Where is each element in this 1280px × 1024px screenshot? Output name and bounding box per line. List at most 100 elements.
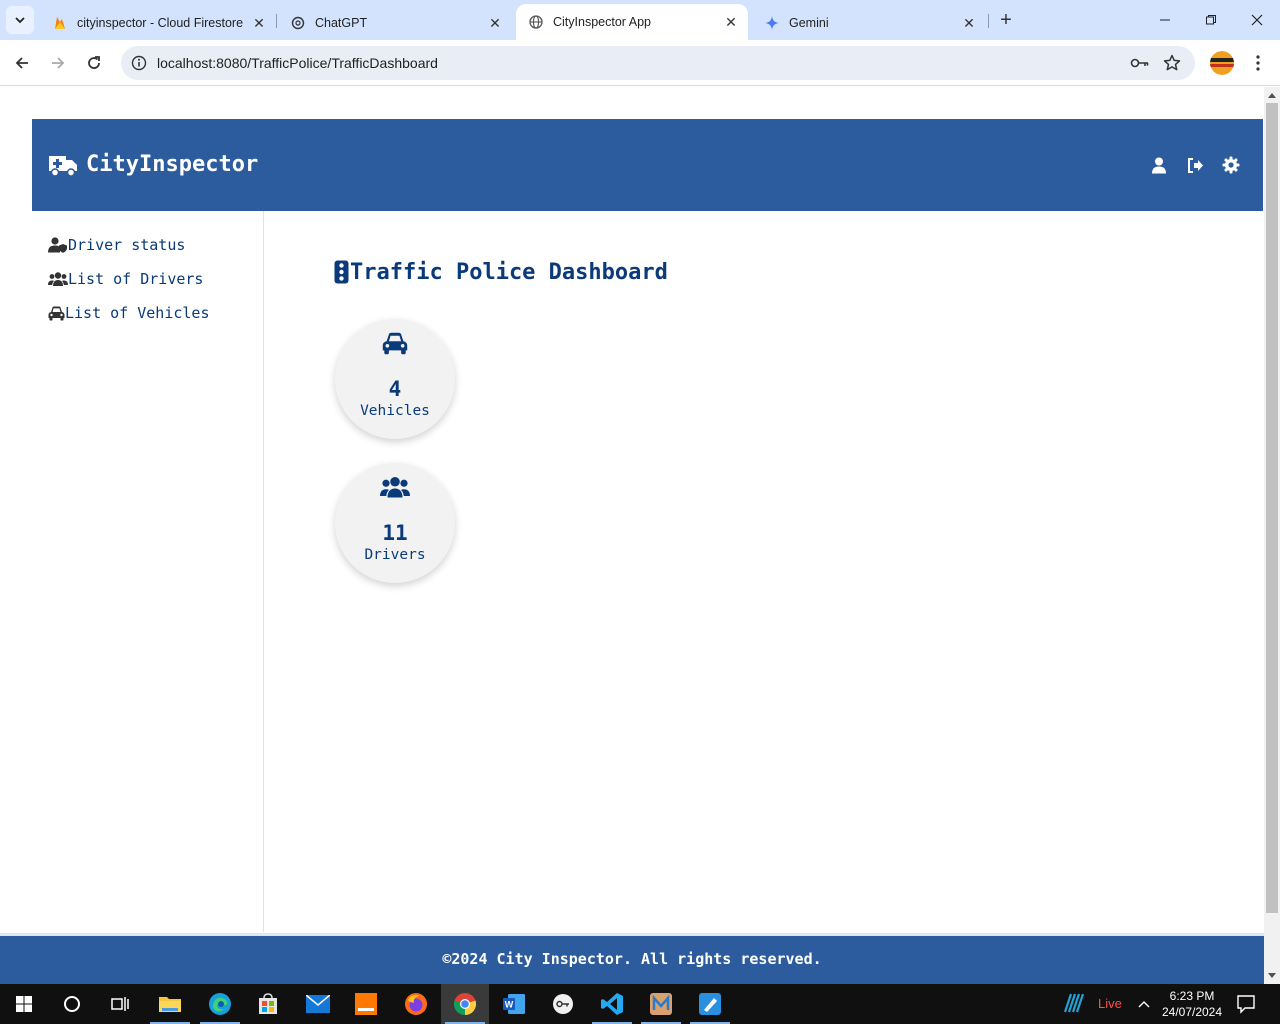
user-icon: [1152, 157, 1166, 173]
firebase-icon: [52, 15, 68, 31]
stat-card-drivers[interactable]: 11 Drivers: [335, 463, 455, 583]
sidebar-item-list-of-vehicles[interactable]: List of Vehicles: [48, 304, 210, 322]
sidebar-item-list-of-drivers[interactable]: List of Drivers: [48, 270, 203, 288]
search-circle-icon: [64, 996, 80, 1012]
show-hidden-icons-button[interactable]: [1136, 996, 1152, 1012]
back-button[interactable]: [8, 49, 36, 77]
app-brand-title: CityInspector: [86, 152, 259, 177]
clock[interactable]: 6:23 PM 24/07/2024: [1158, 988, 1226, 1020]
new-tab-button[interactable]: +: [994, 8, 1018, 32]
restore-icon: [1206, 15, 1216, 25]
folder-icon: [159, 997, 181, 1012]
chrome-button[interactable]: [441, 984, 489, 1024]
ambulance-icon: [49, 155, 77, 177]
chevron-up-icon: [1138, 1001, 1150, 1008]
app-header: CityInspector: [32, 119, 1263, 211]
task-view-icon: [111, 997, 129, 1011]
stat-value: 11: [382, 521, 408, 545]
tab-title: CityInspector App: [553, 15, 651, 29]
chevron-down-icon: [15, 17, 25, 24]
key-icon[interactable]: [1129, 53, 1151, 73]
search-button[interactable]: [48, 984, 96, 1024]
sidebar-item-label: List of Drivers: [68, 270, 204, 288]
edge-icon: [209, 993, 231, 1015]
tab-gemini[interactable]: Gemini ✕: [752, 6, 986, 40]
task-view-button[interactable]: [96, 984, 144, 1024]
user-shield-icon: [48, 236, 68, 254]
bookmark-star-icon[interactable]: [1161, 52, 1183, 74]
close-icon[interactable]: ✕: [486, 14, 504, 32]
profile-button[interactable]: [1149, 155, 1169, 175]
key-icon: [553, 994, 573, 1014]
scroll-up-arrow-icon[interactable]: [1268, 93, 1276, 98]
key-app-button[interactable]: [539, 984, 587, 1024]
live-label: Live: [1098, 995, 1122, 1011]
live-widget[interactable]: Live: [1062, 992, 1122, 1014]
arrow-right-icon: [52, 57, 65, 69]
page-title: Traffic Police Dashboard: [334, 259, 668, 285]
close-icon: [1251, 14, 1263, 26]
tab-separator: [988, 14, 989, 28]
chrome-icon: [453, 993, 477, 1016]
page-scrollbar[interactable]: [1264, 87, 1280, 984]
notifications-button[interactable]: [1236, 994, 1258, 1014]
settings-button[interactable]: [1221, 155, 1241, 175]
sidebar-item-driver-status[interactable]: Driver status: [48, 236, 185, 254]
vscode-icon: [601, 993, 623, 1015]
vscode-button[interactable]: [588, 984, 636, 1024]
sidebar-item-label: Driver status: [68, 236, 186, 254]
logout-icon: [1187, 157, 1203, 173]
word-button[interactable]: W: [490, 984, 538, 1024]
tab-title: ChatGPT: [315, 16, 368, 30]
app-footer: ©2024 City Inspector. All rights reserve…: [0, 933, 1264, 984]
tab-title: cityinspector - Cloud Firestore: [77, 16, 244, 30]
app-m-button[interactable]: [637, 984, 685, 1024]
stat-card-vehicles[interactable]: 4 Vehicles: [335, 319, 455, 439]
profile-avatar[interactable]: [1210, 51, 1234, 75]
reload-button[interactable]: [80, 49, 108, 77]
tab-chatgpt[interactable]: ChatGPT ✕: [278, 6, 512, 40]
address-bar[interactable]: localhost:8080/TrafficPolice/TrafficDash…: [121, 46, 1195, 80]
start-button[interactable]: [0, 984, 48, 1024]
tab-title: Gemini: [789, 16, 829, 30]
scroll-down-arrow-icon[interactable]: [1268, 973, 1276, 978]
brand[interactable]: CityInspector: [48, 152, 258, 177]
firefox-icon: [405, 993, 427, 1015]
close-icon[interactable]: ✕: [250, 14, 268, 32]
taskbar: W Live 6:23 PM 24/07/2024: [0, 984, 1280, 1024]
url-text[interactable]: localhost:8080/TrafficPolice/TrafficDash…: [157, 55, 438, 71]
page-viewport: CityInspector Driver status List of Driv…: [0, 87, 1264, 984]
edge-button[interactable]: [196, 984, 244, 1024]
sidebar-item-label: List of Vehicles: [65, 304, 210, 322]
orange-app-button[interactable]: [342, 984, 390, 1024]
more-vertical-icon: [1256, 55, 1260, 71]
tab-firestore[interactable]: cityinspector - Cloud Firestore ✕: [40, 6, 276, 40]
close-icon[interactable]: ✕: [960, 14, 978, 32]
stat-value: 4: [388, 377, 402, 401]
browser-toolbar: localhost:8080/TrafficPolice/TrafficDash…: [0, 40, 1280, 86]
restore-button[interactable]: [1188, 0, 1234, 40]
traffic-light-icon: [334, 259, 350, 285]
tab-search-button[interactable]: [6, 6, 34, 34]
sidebar: Driver status List of Drivers List of Ve…: [0, 211, 264, 932]
file-explorer-button[interactable]: [146, 984, 194, 1024]
gear-icon: [1222, 156, 1240, 174]
logout-button[interactable]: [1185, 155, 1205, 175]
gemini-icon: [764, 15, 780, 31]
browser-menu-button[interactable]: [1246, 51, 1270, 75]
forward-button[interactable]: [44, 49, 72, 77]
store-button[interactable]: [244, 984, 292, 1024]
close-window-button[interactable]: [1234, 0, 1280, 40]
scrollbar-thumb[interactable]: [1266, 103, 1278, 913]
mail-button[interactable]: [294, 984, 342, 1024]
store-icon: [259, 993, 277, 1014]
minimize-button[interactable]: [1142, 0, 1188, 40]
firefox-button[interactable]: [392, 984, 440, 1024]
close-icon[interactable]: ✕: [722, 13, 740, 31]
svg-text:W: W: [505, 1000, 514, 1010]
tab-cityinspector[interactable]: CityInspector App ✕: [516, 4, 748, 40]
info-icon[interactable]: [129, 53, 149, 73]
page-title-text: Traffic Police Dashboard: [350, 259, 668, 285]
tab-strip: cityinspector - Cloud Firestore ✕ ChatGP…: [0, 0, 1280, 40]
paint-app-button[interactable]: [686, 984, 734, 1024]
